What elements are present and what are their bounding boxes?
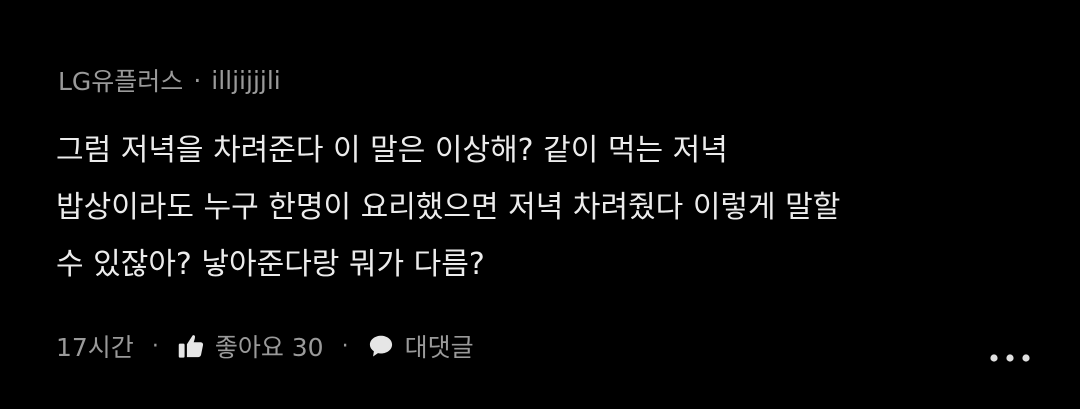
comment-timestamp: 17시간 bbox=[56, 333, 134, 362]
comment-body-line: 수 있잖아? 낳아준다랑 뭐가 다름? bbox=[56, 247, 485, 282]
comment-body-line: 그럼 저녁을 차려준다 이 말은 이상해? 같이 먹는 저녁 bbox=[56, 133, 728, 168]
comment-body: 그럼 저녁을 차려준다 이 말은 이상해? 같이 먹는 저녁 밥상이라도 누구 … bbox=[56, 122, 916, 293]
comment-footer: 17시간 · 좋아요 30 · 대댓글 bbox=[56, 325, 474, 367]
comment-body-line: 밥상이라도 누구 한명이 요리했으면 저녁 차려줬다 이렇게 말할 bbox=[56, 190, 841, 225]
author-handle[interactable]: illjijjjli bbox=[211, 66, 280, 95]
footer-separator: · bbox=[151, 333, 159, 359]
like-count-label: 좋아요 30 bbox=[214, 333, 324, 362]
more-options-button[interactable] bbox=[982, 340, 1038, 376]
thumbs-up-icon bbox=[177, 332, 215, 360]
meta-separator: · bbox=[193, 65, 202, 95]
speech-bubble-icon bbox=[367, 332, 405, 360]
comment-meta: LG유플러스 · illjijjjli bbox=[58, 60, 281, 100]
more-horizontal-icon bbox=[988, 353, 1032, 363]
footer-separator: · bbox=[341, 333, 349, 359]
author-name[interactable]: LG유플러스 bbox=[58, 62, 183, 98]
comment-card: LG유플러스 · illjijjjli 그럼 저녁을 차려준다 이 말은 이상해… bbox=[0, 0, 1080, 409]
reply-button[interactable]: 대댓글 bbox=[367, 328, 474, 364]
like-button[interactable]: 좋아요 30 bbox=[177, 328, 324, 364]
reply-label: 대댓글 bbox=[404, 333, 474, 362]
